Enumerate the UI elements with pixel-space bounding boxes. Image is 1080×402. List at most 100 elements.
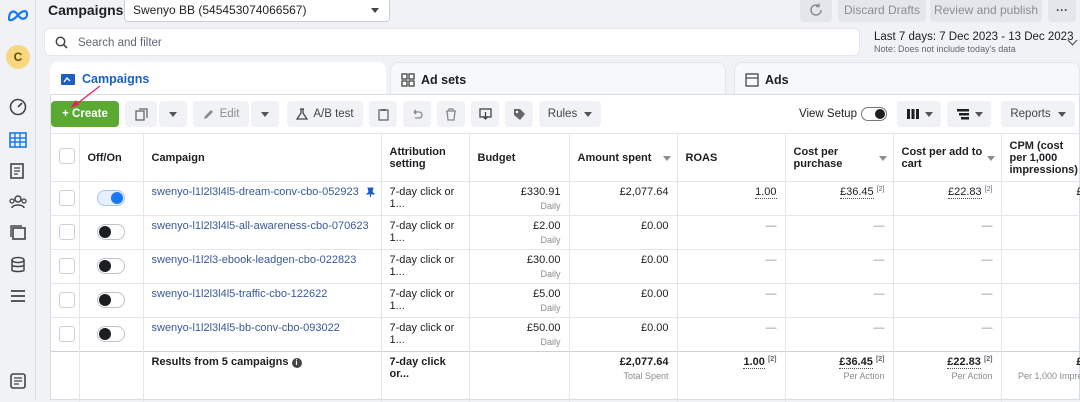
budget-period: Daily bbox=[478, 201, 561, 211]
campaign-toggle[interactable] bbox=[97, 190, 125, 206]
campaign-toggle[interactable] bbox=[97, 326, 125, 342]
summary-cpa-value[interactable]: £22.83 bbox=[947, 356, 981, 369]
account-selector[interactable]: Swenyo BB (545453074066567) bbox=[124, 0, 390, 22]
cpp-value[interactable]: £36.45 bbox=[840, 186, 874, 199]
header-attribution[interactable]: Attribution setting bbox=[381, 134, 469, 182]
cpa-value[interactable]: £22.83 bbox=[948, 186, 982, 199]
cpm-cell: £ bbox=[1001, 182, 1080, 216]
toggle-cell bbox=[79, 318, 143, 352]
tab-ad-sets[interactable]: Ad sets bbox=[390, 62, 726, 96]
summary-cpp-value[interactable]: £36.45 bbox=[839, 356, 873, 369]
header-off-on[interactable]: Off/On bbox=[79, 134, 143, 182]
clipboard-button[interactable] bbox=[369, 101, 397, 127]
table-row[interactable]: swenyo-l1l2l3l4l5-dream-conv-cbo-052923 … bbox=[51, 182, 1080, 216]
budget-period: Daily bbox=[478, 337, 561, 347]
rules-button[interactable]: Rules bbox=[539, 101, 601, 127]
header-campaign[interactable]: Campaign bbox=[143, 134, 381, 182]
row-checkbox[interactable] bbox=[59, 258, 75, 274]
campaign-name-link[interactable]: swenyo-l1l2l3-ebook-leadgen-cbo-022823 bbox=[152, 254, 357, 266]
discard-drafts-button[interactable]: Discard Drafts bbox=[838, 0, 926, 22]
campaign-toggle[interactable] bbox=[97, 292, 125, 308]
chevron-down-icon bbox=[1058, 112, 1066, 117]
header-amount-spent[interactable]: Amount spent bbox=[569, 134, 677, 182]
undo-button[interactable] bbox=[403, 101, 431, 127]
row-checkbox[interactable] bbox=[59, 224, 75, 240]
pin-icon[interactable] bbox=[366, 187, 375, 197]
cpa-value: — bbox=[982, 322, 993, 334]
campaign-toggle[interactable] bbox=[97, 224, 125, 240]
account-name: Swenyo BB (545453074066567) bbox=[133, 3, 306, 17]
row-checkbox[interactable] bbox=[59, 292, 75, 308]
summary-label: Results from 5 campaigns bbox=[152, 356, 289, 368]
budget-value: £30.00 bbox=[527, 254, 561, 266]
duplicate-menu-button[interactable] bbox=[159, 101, 187, 127]
delete-button[interactable] bbox=[437, 101, 465, 127]
cpp-value: — bbox=[874, 322, 885, 334]
edit-button[interactable]: Edit bbox=[193, 101, 249, 127]
ads-frame-icon bbox=[745, 73, 759, 87]
ads-gallery-icon[interactable] bbox=[7, 222, 29, 244]
duplicate-button[interactable] bbox=[125, 101, 157, 127]
search-filter-bar[interactable]: Search and filter bbox=[44, 28, 860, 56]
campaign-name-link[interactable]: swenyo-l1l2l3l4l5-dream-conv-cbo-052923 bbox=[152, 186, 359, 198]
meta-logo-icon[interactable] bbox=[7, 4, 29, 26]
budget-cell[interactable]: £330.91 Daily bbox=[469, 182, 569, 216]
row-select-cell bbox=[51, 318, 79, 352]
header-budget[interactable]: Budget bbox=[469, 134, 569, 182]
info-icon[interactable]: i bbox=[292, 358, 302, 368]
view-setup-toggle[interactable] bbox=[861, 107, 887, 121]
more-options-button[interactable]: ··· bbox=[1048, 0, 1076, 22]
budget-cell[interactable]: £5.00Daily bbox=[469, 284, 569, 318]
summary-spent-value: £2,077.64 bbox=[620, 356, 669, 368]
menu-hamburger-icon[interactable] bbox=[7, 285, 29, 307]
date-range-picker[interactable]: Last 7 days: 7 Dec 2023 - 13 Dec 2023 No… bbox=[872, 29, 1080, 57]
billing-stack-icon[interactable] bbox=[7, 254, 29, 276]
table-row[interactable]: swenyo-l1l2l3-ebook-leadgen-cbo-022823 7… bbox=[51, 250, 1080, 284]
audiences-people-icon[interactable] bbox=[7, 191, 29, 213]
export-button[interactable] bbox=[471, 101, 499, 127]
tab-ads[interactable]: Ads bbox=[734, 62, 1080, 96]
edit-menu-button[interactable] bbox=[251, 101, 279, 127]
header-cpp-label: Cost per purchase bbox=[794, 146, 843, 170]
campaigns-table-icon[interactable] bbox=[7, 129, 29, 151]
select-all-cell bbox=[51, 134, 79, 182]
news-feed-icon[interactable] bbox=[7, 370, 29, 392]
review-publish-button[interactable]: Review and publish bbox=[930, 0, 1042, 22]
header-roas[interactable]: ROAS bbox=[677, 134, 785, 182]
amount-spent-cell: £2,077.64 bbox=[569, 182, 677, 216]
row-checkbox[interactable] bbox=[59, 190, 75, 206]
budget-cell[interactable]: £50.00Daily bbox=[469, 318, 569, 352]
campaign-name-link[interactable]: swenyo-l1l2l3l4l5-all-awareness-cbo-0706… bbox=[152, 220, 369, 232]
ab-test-button[interactable]: A/B test bbox=[287, 101, 363, 127]
row-checkbox[interactable] bbox=[59, 326, 75, 342]
campaign-name-link[interactable]: swenyo-l1l2l3l4l5-traffic-cbo-122622 bbox=[152, 288, 328, 300]
budget-cell[interactable]: £2.00Daily bbox=[469, 216, 569, 250]
campaign-toggle[interactable] bbox=[97, 258, 125, 274]
columns-button[interactable] bbox=[897, 101, 941, 127]
amount-spent-value: £2,077.64 bbox=[620, 186, 669, 198]
search-input[interactable]: Search and filter bbox=[78, 37, 162, 49]
breakdown-button[interactable] bbox=[947, 101, 991, 127]
tag-button[interactable] bbox=[505, 101, 533, 127]
budget-cell[interactable]: £30.00Daily bbox=[469, 250, 569, 284]
table-row[interactable]: swenyo-l1l2l3l4l5-bb-conv-cbo-093022 7-d… bbox=[51, 318, 1080, 352]
dashboard-gauge-icon[interactable] bbox=[7, 96, 29, 118]
refresh-button[interactable] bbox=[800, 0, 832, 22]
header-cpm[interactable]: CPM (cost per 1,000 impressions) bbox=[1001, 134, 1080, 182]
roas-value[interactable]: 1.00 bbox=[755, 186, 776, 199]
table-row[interactable]: swenyo-l1l2l3l4l5-all-awareness-cbo-0706… bbox=[51, 216, 1080, 250]
summary-spent-sub: Total Spent bbox=[578, 371, 669, 381]
campaign-name-link[interactable]: swenyo-l1l2l3l4l5-bb-conv-cbo-093022 bbox=[152, 322, 340, 334]
pages-document-icon[interactable] bbox=[7, 160, 29, 182]
summary-roas-value[interactable]: 1.00 bbox=[743, 356, 764, 369]
reports-button[interactable]: Reports bbox=[1001, 101, 1075, 127]
header-cost-per-purchase[interactable]: Cost per purchase bbox=[785, 134, 893, 182]
summary-attribution-cell: 7-day click or... bbox=[381, 352, 469, 402]
header-cost-per-add-to-cart[interactable]: Cost per add to cart bbox=[893, 134, 1001, 182]
table-row[interactable]: swenyo-l1l2l3l4l5-traffic-cbo-122622 7-d… bbox=[51, 284, 1080, 318]
budget-value: £330.91 bbox=[521, 186, 561, 198]
avatar[interactable]: C bbox=[6, 45, 30, 69]
select-all-checkbox[interactable] bbox=[59, 148, 75, 164]
summary-row: Results from 5 campaigns i 7-day click o… bbox=[51, 352, 1080, 402]
attribution-value: 7-day click or 1... bbox=[390, 220, 455, 244]
